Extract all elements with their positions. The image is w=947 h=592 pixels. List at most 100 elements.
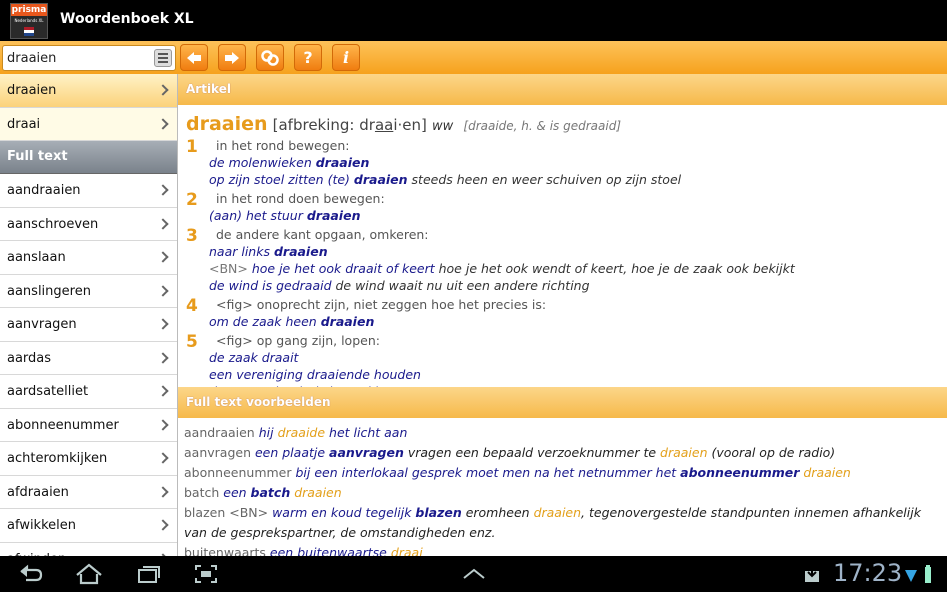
list-item[interactable]: aandraaien: [0, 174, 177, 208]
fulltext-row[interactable]: buitenwaarts een buitenwaartse draai: [184, 543, 941, 556]
example-line: naar links draaien: [209, 243, 939, 260]
list-item-label: aanslingeren: [7, 283, 91, 299]
example-line: de wind is gedraaid de wind waait nu uit…: [209, 277, 939, 294]
fulltext-fragment: vragen een bepaald verzoeknummer te: [403, 445, 661, 460]
example-text: de wind is gedraaid: [209, 278, 332, 293]
back-nav-icon[interactable]: [18, 562, 44, 586]
chevron-right-icon: [157, 184, 169, 196]
sense-item: 1 in het rond bewegen: de molenwieken draa…: [186, 137, 939, 188]
example-explanation: steeds heen en weer schuiven op zijn sto…: [407, 172, 682, 187]
chevron-up-icon[interactable]: [461, 562, 487, 586]
fulltext-header: Full text voorbeelden: [178, 387, 947, 418]
example-text: hoe je het ook draait of keert: [247, 261, 435, 276]
screenshot-nav-icon[interactable]: [193, 562, 219, 586]
sense-item: 4 <fig> onoprecht zijn, niet zeggen hoe h…: [186, 296, 939, 330]
fulltext-fragment: hij: [254, 425, 278, 440]
hyphenation-accent: aa: [374, 116, 394, 134]
fulltext-fragment: een: [219, 485, 251, 500]
list-item[interactable]: afwinden: [0, 542, 177, 556]
list-item[interactable]: aanvragen: [0, 308, 177, 342]
fulltext-fragment: draaien: [290, 485, 342, 500]
logo-subtitle: Nederlands XL: [14, 18, 44, 23]
sense-item: 5 <fig> op gang zijn, lopen: de zaak draai…: [186, 332, 939, 387]
sense-number: 1: [186, 137, 198, 157]
example-explanation: de wind waait nu uit een andere richting: [331, 278, 590, 293]
fulltext-keyword: blazen: [184, 505, 226, 520]
list-item[interactable]: aardsatelliet: [0, 375, 177, 409]
fulltext-keyword: buitenwaarts: [184, 545, 266, 556]
list-item-label: achteromkijken: [7, 451, 108, 466]
example-headword: draaien: [353, 172, 408, 187]
inflection-forms: [draaide, h. & is gedraaid]: [463, 119, 622, 133]
chevron-right-icon: [157, 418, 169, 431]
forward-button[interactable]: [218, 44, 246, 71]
info-icon: i: [342, 48, 350, 67]
hyphenation-end: i·en]: [393, 116, 427, 134]
word-list: draaien draai Full text aandraaien aansc…: [0, 74, 178, 556]
status-clock: 17:23: [833, 559, 903, 587]
chevron-right-icon: [157, 485, 169, 498]
sense-item: 3 de andere kant opgaan, omkeren: naar lin…: [186, 226, 939, 294]
help-button[interactable]: ?: [294, 44, 322, 71]
chevron-right-icon: [157, 452, 169, 464]
headword: draaien: [186, 113, 268, 135]
example-line: de zaak draait: [209, 349, 939, 366]
link-button[interactable]: [256, 44, 284, 71]
part-of-speech: ww: [431, 119, 454, 134]
article-content[interactable]: draaien [afbreking: draai·en] ww [draaid…: [178, 105, 947, 387]
fulltext-row[interactable]: aandraaien hij draaide het licht aan: [184, 423, 941, 443]
example-text: een vereniging draaiende houden: [209, 367, 421, 382]
list-item-label: abonneenummer: [7, 417, 119, 433]
example-line: op zijn stoel zitten (te) draaien steeds…: [209, 171, 939, 188]
chevron-right-icon: [157, 318, 169, 330]
example-line: om de zaak heen draaien: [209, 313, 939, 330]
list-item[interactable]: draaien: [0, 74, 177, 108]
senses-list: 1 in het rond bewegen: de molenwieken draa…: [186, 137, 939, 387]
fulltext-fragment: draaien: [660, 445, 708, 460]
list-item[interactable]: afwikkelen: [0, 509, 177, 543]
list-item-label: aandraaien: [7, 183, 81, 198]
list-item[interactable]: afdraaien: [0, 475, 177, 509]
list-item[interactable]: draai: [0, 107, 177, 141]
fulltext-keyword: aandraaien: [184, 425, 255, 440]
fulltext-row[interactable]: blazen <BN> warm en koud tegelijk blazen…: [184, 503, 941, 543]
fulltext-content[interactable]: aandraaien hij draaide het licht aan aanv…: [178, 418, 947, 556]
list-item[interactable]: aanschroeven: [0, 207, 177, 241]
fulltext-fragment: abonneenummer: [680, 465, 800, 480]
wifi-icon: [905, 570, 917, 582]
example-line: <BN> hoe je het ook draait of keert hoe …: [209, 260, 939, 277]
list-item-label: draaien: [7, 83, 57, 98]
list-item[interactable]: abonneenummer: [0, 408, 177, 442]
fulltext-row[interactable]: abonneenummer bij een interlokaal gespre…: [184, 463, 941, 483]
download-notification-icon[interactable]: [803, 562, 821, 586]
home-nav-icon[interactable]: [74, 562, 104, 586]
example-line: een vereniging draaiende houden: [209, 366, 939, 383]
fulltext-fragment: een buitenwaartse: [265, 545, 391, 556]
list-icon[interactable]: [154, 49, 172, 67]
search-input[interactable]: [7, 49, 152, 67]
fulltext-fragment: aanvragen: [329, 445, 404, 460]
hyphenation: [afbreking: draai·en]: [273, 116, 427, 134]
example-headword: draaien: [315, 155, 370, 170]
list-item[interactable]: achteromkijken: [0, 442, 177, 476]
dutch-flag-icon: [24, 27, 34, 36]
back-button[interactable]: [180, 44, 208, 71]
chevron-right-icon: [157, 84, 169, 96]
list-item[interactable]: aanslingeren: [0, 274, 177, 308]
forward-arrow-icon: [225, 52, 239, 64]
fulltext-fragment: het licht aan: [325, 425, 408, 440]
recent-apps-nav-icon[interactable]: [136, 562, 162, 586]
app-title: Woordenboek XL: [60, 11, 194, 27]
chevron-right-icon: [157, 284, 169, 297]
sense-number: 3: [186, 226, 198, 246]
list-item[interactable]: aanslaan: [0, 241, 177, 275]
list-item[interactable]: aardas: [0, 341, 177, 375]
example-text: op zijn stoel zitten (te): [209, 172, 354, 187]
example-line: (aan) het stuur draaien: [209, 207, 939, 224]
fulltext-row[interactable]: aanvragen een plaatje aanvragen vragen e…: [184, 443, 941, 463]
fulltext-fragment: warm en koud tegelijk: [268, 505, 416, 520]
list-item-label: aardsatelliet: [7, 384, 89, 399]
fulltext-fragment: bij een interlokaal gesprek moet men na …: [291, 465, 681, 480]
info-button[interactable]: i: [332, 44, 360, 71]
fulltext-row[interactable]: batch een batch draaien: [184, 483, 941, 503]
